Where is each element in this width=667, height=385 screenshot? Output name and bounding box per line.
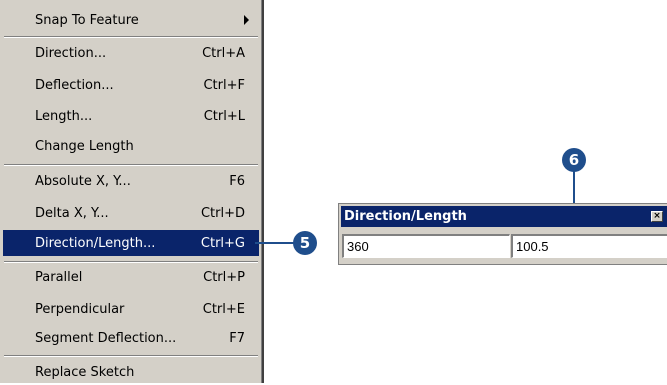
callout-5-badge: 5 <box>293 231 317 255</box>
menu-item-shortcut: Ctrl+A <box>202 45 245 61</box>
length-field[interactable]: 100.5 <box>511 234 667 258</box>
menu-item-label: Parallel <box>35 269 83 285</box>
menu-item-shortcut: Ctrl+P <box>203 269 245 285</box>
menu-item-label: Change Length <box>35 138 134 154</box>
menu-item-shortcut: Ctrl+D <box>200 205 245 221</box>
menu-item-replace-sketch[interactable]: Replace Sketch <box>3 359 259 385</box>
menu-item-shortcut: Ctrl+E <box>202 301 245 317</box>
menu-separator <box>4 355 258 357</box>
menu-item-label: Direction... <box>35 45 107 61</box>
menu-item-shortcut: F6 <box>229 173 245 189</box>
menu-item-deflection[interactable]: Deflection... Ctrl+F <box>3 72 259 98</box>
menu-item-label: Direction/Length... <box>35 235 156 251</box>
menu-item-shortcut: F7 <box>229 330 245 346</box>
menu-separator <box>4 261 258 263</box>
direction-field[interactable]: 360 <box>342 234 510 258</box>
close-icon[interactable]: × <box>651 211 663 222</box>
menu-item-delta-xy[interactable]: Delta X, Y... Ctrl+D <box>3 200 259 226</box>
menu-item-label: Perpendicular <box>35 301 125 317</box>
menu-item-label: Segment Deflection... <box>35 330 177 346</box>
menu-item-direction[interactable]: Direction... Ctrl+A <box>3 40 259 66</box>
direction-length-dialog: Direction/Length × 360 100.5 <box>338 203 667 265</box>
menu-separator <box>4 164 258 166</box>
menu-item-change-length[interactable]: Change Length <box>3 133 259 159</box>
menu-item-label: Replace Sketch <box>35 364 135 380</box>
menu-item-label: Deflection... <box>35 77 114 93</box>
menu-item-segment-deflection[interactable]: Segment Deflection... F7 <box>3 325 259 351</box>
menu-item-shortcut: Ctrl+L <box>203 108 245 124</box>
menu-separator <box>4 36 258 38</box>
dialog-title: Direction/Length <box>344 209 467 224</box>
menu-item-perpendicular[interactable]: Perpendicular Ctrl+E <box>3 296 259 322</box>
menu-item-label: Snap To Feature <box>35 12 139 28</box>
dialog-titlebar[interactable]: Direction/Length × <box>341 206 667 227</box>
callout-5-leader-line <box>255 242 295 244</box>
menu-item-shortcut: Ctrl+F <box>203 77 245 93</box>
menu-item-shortcut: Ctrl+G <box>200 235 245 251</box>
menu-item-label: Delta X, Y... <box>35 205 109 221</box>
menu-item-direction-length[interactable]: Direction/Length... Ctrl+G <box>3 230 259 256</box>
menu-item-absolute-xy[interactable]: Absolute X, Y... F6 <box>3 168 259 194</box>
menu-item-label: Absolute X, Y... <box>35 173 131 189</box>
menu-item-snap-to-feature[interactable]: Snap To Feature <box>3 7 259 33</box>
menu-item-parallel[interactable]: Parallel Ctrl+P <box>3 264 259 290</box>
chevron-right-icon <box>244 15 249 25</box>
menu-item-length[interactable]: Length... Ctrl+L <box>3 103 259 129</box>
context-menu: Snap To Feature Direction... Ctrl+A Defl… <box>0 0 264 383</box>
menu-item-label: Length... <box>35 108 93 124</box>
callout-6-badge: 6 <box>562 148 586 172</box>
